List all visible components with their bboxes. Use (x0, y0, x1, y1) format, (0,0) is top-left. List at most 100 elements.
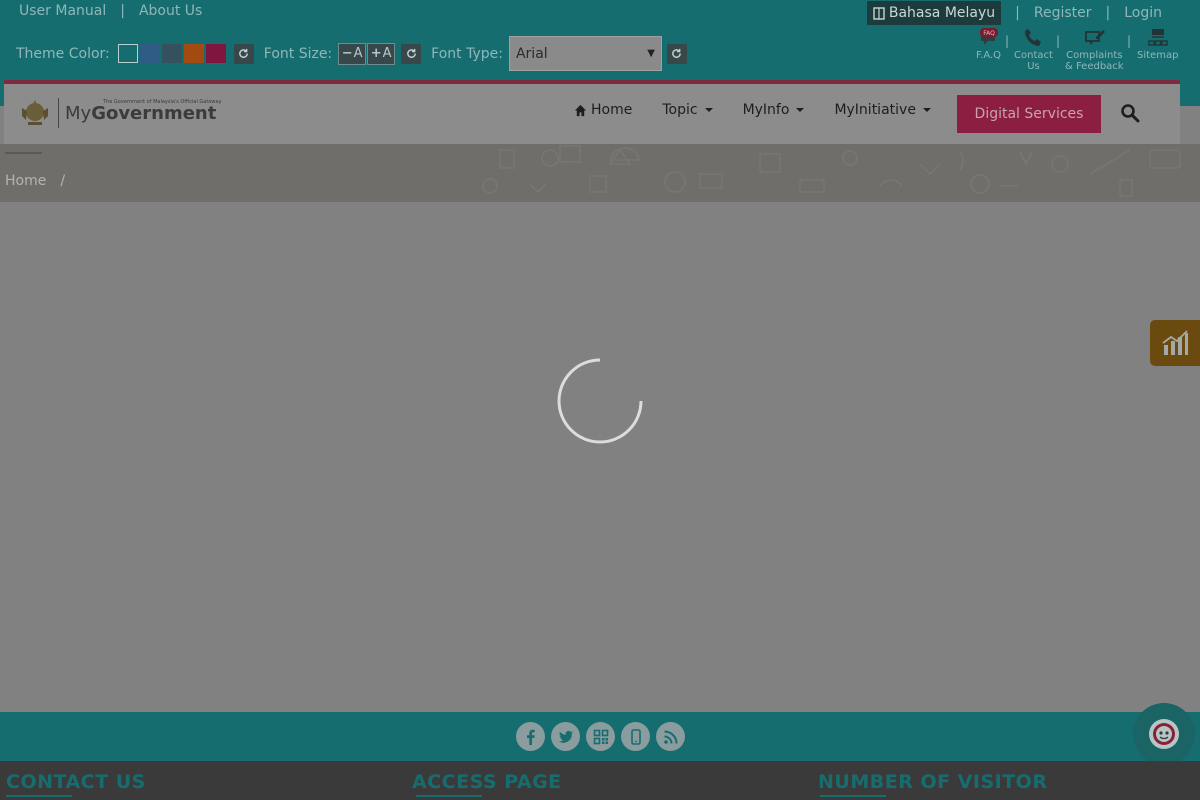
facebook-button[interactable] (516, 722, 545, 751)
theme-swatch-orange[interactable] (183, 44, 204, 63)
bar-chart-icon (1162, 330, 1188, 355)
font-decrease-button[interactable]: − A (338, 42, 367, 65)
reset-font-size-button[interactable] (401, 43, 422, 64)
logo-wordmark: The Government of Malaysia's Official Ga… (65, 99, 222, 124)
twitter-icon (558, 730, 573, 743)
refresh-icon (406, 48, 416, 58)
footer-heading-underline (6, 795, 72, 797)
register-link[interactable]: Register (1034, 5, 1092, 21)
nav-menu: Home Topic MyInfo MyInitiative (574, 102, 961, 118)
theme-swatch-maroon[interactable] (205, 44, 226, 63)
breadcrumb: Home / (5, 173, 65, 189)
nav-home[interactable]: Home (574, 102, 632, 118)
rss-icon (663, 730, 677, 744)
theme-swatch-slate[interactable] (161, 44, 182, 63)
qr-code-icon (593, 729, 608, 744)
separator: | (1005, 34, 1010, 48)
main-navbar: The Government of Malaysia's Official Ga… (4, 80, 1180, 144)
nav-myinitiative[interactable]: MyInitiative (834, 102, 931, 118)
font-increase-button[interactable]: + A (367, 42, 396, 65)
language-button[interactable]: Bahasa Melayu (866, 1, 1002, 25)
chatbot-icon (1149, 719, 1179, 749)
complaint-icon (1085, 30, 1106, 45)
faq-link[interactable]: FAQ F.A.Q (976, 27, 1001, 61)
rss-button[interactable] (656, 722, 685, 751)
footer-heading-underline (416, 795, 482, 797)
mobile-app-button[interactable] (621, 722, 650, 751)
accessibility-settings: Theme Color: Font Size: − A + A Font Type:… (16, 36, 697, 71)
logo-divider (58, 98, 59, 128)
digital-services-label: Digital Services (974, 106, 1084, 122)
nav-myinitiative-label: MyInitiative (834, 102, 916, 118)
separator: | (120, 3, 125, 19)
qr-code-button[interactable] (586, 722, 615, 751)
mobile-icon (630, 728, 641, 745)
nav-myinfo[interactable]: MyInfo (743, 102, 805, 118)
loading-spinner-icon (557, 358, 643, 444)
font-size-label: Font Size: (263, 45, 333, 62)
breadcrumb-separator: / (60, 173, 66, 189)
nav-topic[interactable]: Topic (662, 102, 713, 118)
theme-swatch-teal[interactable] (117, 44, 138, 63)
search-icon[interactable] (1120, 103, 1140, 123)
mygovernment-logo[interactable]: The Government of Malaysia's Official Ga… (18, 98, 222, 128)
caret-down-icon (796, 108, 805, 112)
banner-accent-line (5, 152, 42, 154)
statistics-widget-button[interactable] (1150, 320, 1200, 366)
minus-icon: − (341, 46, 353, 61)
faq-icon: FAQ (979, 28, 998, 45)
home-icon (574, 104, 587, 116)
nav-home-label: Home (591, 102, 633, 118)
font-type-select[interactable]: Arial ▼ (508, 36, 662, 71)
about-us-link[interactable]: About Us (139, 3, 202, 19)
breadcrumb-banner: Home / (0, 144, 1200, 202)
social-bar (0, 712, 1200, 761)
font-decrease-label: A (353, 46, 363, 61)
footer-heading-underline (820, 795, 886, 797)
top-links: User Manual | About Us (19, 3, 202, 19)
footer-access-heading: ACCESS PAGE (412, 771, 562, 793)
decorative-pattern (482, 145, 1181, 197)
footer-visitor-heading: NUMBER OF VISITOR (818, 771, 1048, 793)
user-manual-link[interactable]: User Manual (19, 3, 106, 19)
language-label: Bahasa Melayu (888, 5, 996, 21)
contact-us-label: Contact Us (1014, 50, 1053, 72)
chevron-down-icon: ▼ (647, 48, 655, 59)
caret-down-icon (704, 108, 713, 112)
complaints-feedback-link[interactable]: Complaints & Feedback (1065, 27, 1124, 72)
login-link[interactable]: Login (1124, 5, 1162, 21)
theme-swatch-blue[interactable] (139, 44, 160, 63)
separator: | (1056, 34, 1061, 48)
complaints-feedback-label: Complaints & Feedback (1065, 50, 1124, 72)
sitemap-label: Sitemap (1137, 50, 1179, 61)
font-type-label: Font Type: (431, 45, 503, 62)
book-icon (873, 6, 885, 20)
reset-font-type-button[interactable] (666, 43, 687, 64)
faq-label: F.A.Q (976, 50, 1002, 61)
refresh-icon (672, 48, 682, 58)
separator: | (1127, 34, 1132, 48)
footer-contact-heading: CONTACT US (6, 771, 146, 793)
account-links: Bahasa Melayu | Register | Login (866, 1, 1162, 25)
breadcrumb-home[interactable]: Home (5, 173, 46, 189)
reset-theme-button[interactable] (233, 43, 254, 64)
refresh-icon (239, 48, 249, 58)
nav-topic-label: Topic (662, 102, 698, 118)
nav-myinfo-label: MyInfo (742, 102, 790, 118)
footer: CONTACT US ACCESS PAGE NUMBER OF VISITOR (0, 761, 1200, 800)
digital-services-button[interactable]: Digital Services (957, 95, 1101, 133)
separator: | (1105, 5, 1111, 21)
plus-icon: + (370, 46, 382, 61)
font-type-value: Arial (515, 45, 548, 62)
logo-tagline: The Government of Malaysia's Official Ga… (103, 98, 222, 105)
sitemap-icon (1148, 29, 1168, 46)
facebook-icon (526, 729, 535, 745)
font-increase-label: A (382, 46, 392, 61)
phone-icon (1025, 29, 1042, 46)
faq-badge: FAQ (983, 30, 995, 37)
chatbot-button[interactable] (1133, 703, 1195, 765)
twitter-button[interactable] (551, 722, 580, 751)
contact-us-link[interactable]: Contact Us (1014, 27, 1053, 72)
sitemap-link[interactable]: Sitemap (1137, 27, 1178, 61)
separator: | (1015, 5, 1020, 21)
